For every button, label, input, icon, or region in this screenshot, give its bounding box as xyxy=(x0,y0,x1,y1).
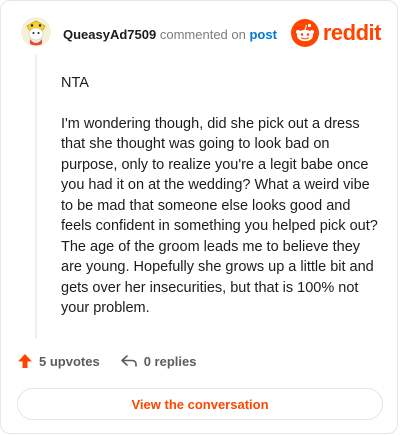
reddit-wordmark: reddit xyxy=(322,20,382,45)
comment-body: NTA I'm wondering though, did she pick o… xyxy=(61,73,379,339)
comment-header: QueasyAd7509 commented on post xyxy=(63,27,277,42)
post-link[interactable]: post xyxy=(249,27,276,42)
upvotes[interactable]: 5 upvotes xyxy=(17,353,100,369)
upvotes-label: 5 upvotes xyxy=(39,353,100,369)
username-link[interactable]: QueasyAd7509 xyxy=(63,27,156,42)
comment-paragraph: I'm wondering though, did she pick out a… xyxy=(61,115,378,317)
action-text: commented on xyxy=(159,27,246,42)
thread-line xyxy=(35,55,37,339)
comment-card: QueasyAd7509 commented on post reddit NT… xyxy=(0,0,398,434)
replies[interactable]: 0 replies xyxy=(120,353,197,369)
avatar[interactable] xyxy=(21,17,51,47)
reddit-logo[interactable]: reddit xyxy=(290,19,382,47)
user-avatar-icon xyxy=(21,17,51,47)
reddit-snoo-icon xyxy=(290,19,319,47)
comment-paragraph: NTA xyxy=(61,75,89,91)
view-conversation-button[interactable]: View the conversation xyxy=(17,388,383,420)
upvote-arrow-icon xyxy=(18,354,32,368)
reply-arrow-icon xyxy=(120,355,137,367)
replies-label: 0 replies xyxy=(143,353,197,369)
comment-footer: 5 upvotes 0 replies xyxy=(17,353,196,369)
